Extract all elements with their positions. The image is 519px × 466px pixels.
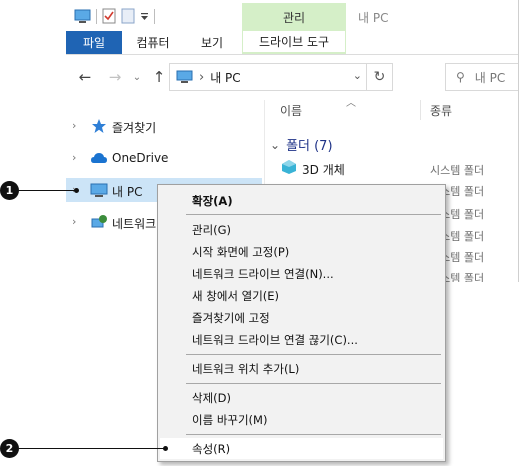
tab-file[interactable]: 파일	[66, 31, 122, 54]
column-header-name[interactable]: 이름	[280, 102, 302, 119]
up-arrow-icon[interactable]: ↑	[150, 68, 168, 86]
cloud-icon	[91, 153, 107, 163]
recent-dropdown-icon[interactable]: ⌄	[128, 68, 146, 86]
expand-chevron-icon[interactable]: ›	[72, 119, 76, 132]
nav-item-onedrive[interactable]: › OneDrive	[66, 146, 262, 170]
callout-badge-2: 2	[0, 439, 19, 458]
menu-separator	[186, 434, 441, 435]
callout-badge-1: 1	[0, 181, 19, 200]
network-icon	[91, 215, 107, 228]
search-placeholder: 내 PC	[474, 70, 506, 85]
new-folder-icon[interactable]	[121, 8, 135, 24]
search-icon: ⚲	[456, 70, 465, 84]
forward-arrow-icon[interactable]: →	[106, 68, 124, 86]
menu-item-rename[interactable]: 이름 바꾸기(M)	[160, 409, 443, 430]
menu-item-map-network-drive[interactable]: 네트워크 드라이브 연결(N)...	[160, 263, 443, 284]
breadcrumb-chevron[interactable]: ›	[199, 70, 204, 85]
menu-item-pin-to-start[interactable]: 시작 화면에 고정(P)	[160, 241, 443, 262]
back-arrow-icon[interactable]: ←	[76, 68, 94, 86]
nav-item-label: OneDrive	[112, 151, 169, 165]
expand-chevron-icon[interactable]: ›	[72, 151, 76, 164]
column-separator	[420, 100, 421, 120]
customize-dropdown-icon[interactable]	[140, 10, 149, 22]
menu-item-pin-to-quick-access[interactable]: 즐겨찾기에 고정	[160, 307, 443, 328]
nav-item-favorites[interactable]: › 즐겨찾기	[66, 114, 262, 138]
tab-computer[interactable]: 컴퓨터	[122, 31, 184, 54]
3d-objects-icon	[282, 160, 296, 174]
sort-ascending-icon: ︿	[346, 98, 356, 109]
window-title: 내 PC	[358, 11, 389, 25]
menu-item-manage[interactable]: 관리(G)	[160, 219, 443, 240]
toolbar-separator	[154, 8, 155, 24]
title-bar: 관리 내 PC	[66, 0, 518, 31]
menu-separator	[186, 383, 441, 384]
column-header-type[interactable]: 종류	[430, 102, 452, 119]
refresh-icon[interactable]: ↻	[366, 64, 392, 90]
computer-icon	[90, 183, 108, 197]
computer-icon	[176, 70, 193, 83]
menu-item-expand[interactable]: 확장(A)	[160, 190, 443, 211]
star-icon	[92, 119, 106, 133]
menu-item-open-in-new-window[interactable]: 새 창에서 열기(E)	[160, 285, 443, 306]
tab-view[interactable]: 보기	[184, 31, 240, 54]
tab-drive-tools[interactable]: 드라이브 도구	[242, 31, 346, 54]
nav-item-label: 네트워크	[112, 217, 157, 231]
menu-item-properties[interactable]: 속성(R)	[160, 438, 443, 459]
quick-access-toolbar	[74, 7, 155, 25]
group-label: 폴더 (7)	[286, 139, 333, 154]
menu-separator	[186, 214, 441, 215]
address-dropdown-icon[interactable]: ⌄	[353, 69, 362, 82]
menu-item-disconnect-network-drive[interactable]: 네트워크 드라이브 연결 끊기(C)...	[160, 329, 443, 350]
menu-item-add-network-location[interactable]: 네트워크 위치 추가(L)	[160, 358, 443, 379]
breadcrumb-location[interactable]: 내 PC	[210, 69, 240, 86]
toolbar-separator	[96, 8, 97, 24]
address-row: ← → ⌄ ↑ › 내 PC ⌄ ↻ ⚲ 내 PC	[66, 62, 518, 92]
contextual-tab-manage: 관리	[242, 3, 346, 31]
nav-item-label: 즐겨찾기	[112, 121, 157, 135]
menu-item-delete[interactable]: 삭제(D)	[160, 387, 443, 408]
menu-separator	[186, 354, 441, 355]
callout-leader-1	[19, 190, 76, 191]
computer-icon[interactable]	[74, 9, 91, 24]
callout-leader-2	[19, 448, 165, 449]
properties-icon[interactable]	[102, 8, 116, 24]
callout-leader-dot-2	[163, 446, 168, 451]
expand-chevron-icon[interactable]: ›	[72, 215, 76, 228]
context-menu: 확장(A) 관리(G) 시작 화면에 고정(P) 네트워크 드라이브 연결(N)…	[157, 184, 446, 462]
callout-leader-dot-1	[74, 188, 79, 193]
chevron-down-icon[interactable]: ⌄	[270, 138, 280, 152]
folder-group-header[interactable]: ⌄ 폴더 (7)	[270, 135, 333, 155]
nav-item-label: 내 PC	[112, 185, 143, 199]
address-bar[interactable]: › 내 PC ⌄ ↻	[169, 63, 393, 91]
file-name[interactable]: 3D 개체	[302, 161, 345, 178]
ribbon-tabs: 파일 컴퓨터 보기 드라이브 도구	[66, 31, 518, 55]
file-type: 시스템 폴더	[430, 164, 485, 177]
search-box[interactable]: ⚲ 내 PC	[445, 63, 518, 91]
